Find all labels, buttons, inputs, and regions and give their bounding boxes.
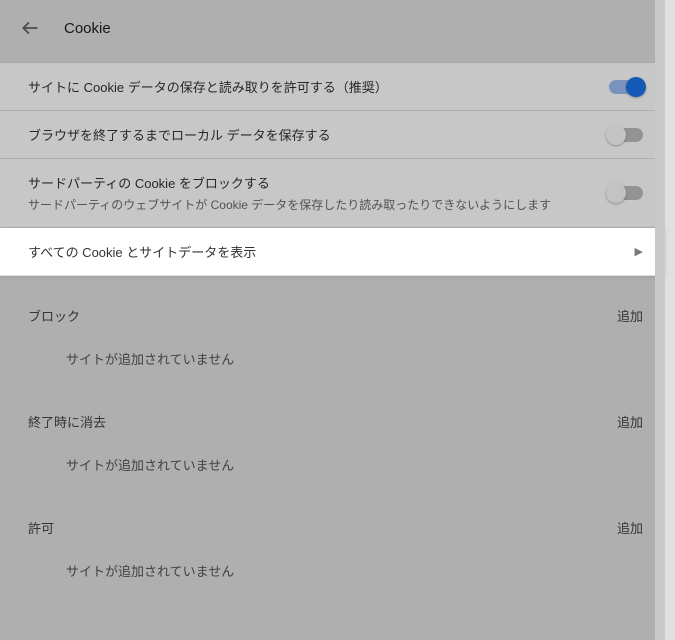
block-third-party-label: サードパーティの Cookie をブロックする [28, 173, 551, 192]
block-third-party-row: サードパーティの Cookie をブロックする サードパーティのウェブサイトが … [0, 159, 665, 228]
page-title: Cookie [64, 20, 111, 37]
keep-until-quit-label: ブラウザを終了するまでローカル データを保存する [28, 125, 331, 144]
keep-until-quit-toggle[interactable] [609, 128, 643, 142]
see-all-cookies-row[interactable]: すべての Cookie とサイトデータを表示 ▶ [0, 228, 665, 276]
see-all-cookies-label: すべての Cookie とサイトデータを表示 [28, 242, 256, 261]
allow-section: 許可 追加 サイトが追加されていません [0, 488, 665, 594]
page-header: Cookie [0, 0, 665, 56]
clear-on-exit-section: 終了時に消去 追加 サイトが追加されていません [0, 382, 665, 488]
block-add-button[interactable]: 追加 [617, 306, 643, 325]
allow-section-title: 許可 [28, 518, 54, 537]
block-empty-message: サイトが追加されていません [28, 335, 643, 382]
allow-empty-message: サイトが追加されていません [28, 547, 643, 594]
allow-cookies-label: サイトに Cookie データの保存と読み取りを許可する（推奨） [28, 77, 388, 96]
allow-add-button[interactable]: 追加 [617, 518, 643, 537]
block-third-party-sublabel: サードパーティのウェブサイトが Cookie データを保存したり読み取ったりでき… [28, 196, 551, 213]
clear-on-exit-section-title: 終了時に消去 [28, 412, 106, 431]
settings-list: サイトに Cookie データの保存と読み取りを許可する（推奨） ブラウザを終了… [0, 62, 665, 276]
cookie-settings-page: Cookie サイトに Cookie データの保存と読み取りを許可する（推奨） … [0, 0, 665, 640]
chevron-right-icon: ▶ [635, 245, 643, 258]
keep-until-quit-row: ブラウザを終了するまでローカル データを保存する [0, 111, 665, 159]
clear-on-exit-empty-message: サイトが追加されていません [28, 441, 643, 488]
scrollbar-gutter [655, 0, 665, 640]
block-section-title: ブロック [28, 306, 80, 325]
clear-on-exit-add-button[interactable]: 追加 [617, 412, 643, 431]
block-third-party-toggle[interactable] [609, 186, 643, 200]
allow-cookies-row: サイトに Cookie データの保存と読み取りを許可する（推奨） [0, 63, 665, 111]
allow-cookies-toggle[interactable] [609, 80, 643, 94]
block-section: ブロック 追加 サイトが追加されていません [0, 276, 665, 382]
back-arrow-icon[interactable] [20, 18, 40, 38]
